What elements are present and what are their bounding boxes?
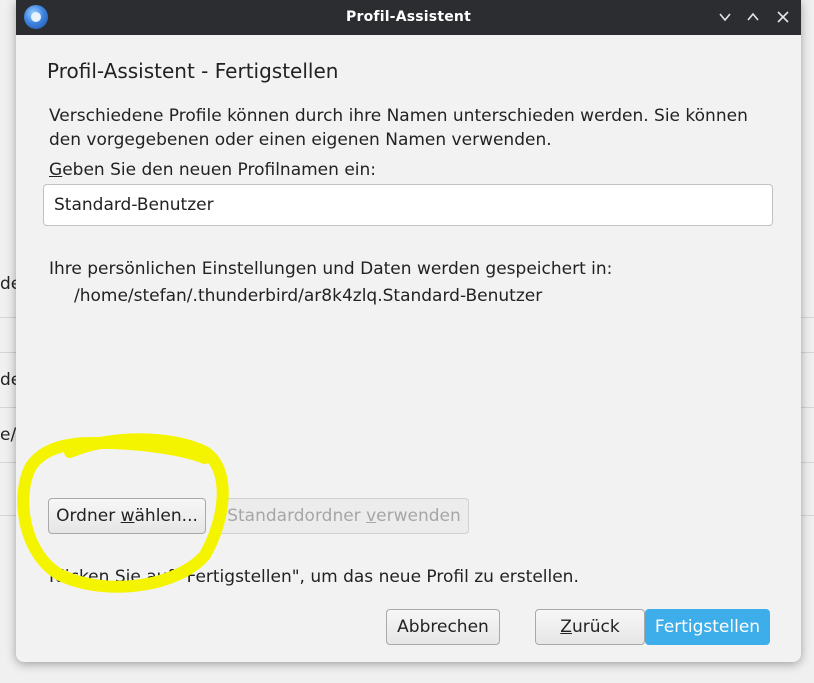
titlebar[interactable]: Profil-Assistent [16,0,801,35]
profile-wizard-dialog: Profil-Assistent Profil-Assistent - Fert… [16,0,801,662]
page-title: Profil-Assistent - Fertigstellen [47,59,339,83]
finish-hint-text: Klicken Sie auf "Fertigstellen", um das … [49,567,579,587]
profile-name-input[interactable] [43,184,773,226]
accelerator-key: w [120,506,135,526]
storage-path: /home/stefan/.thunderbird/ar8k4zlq.Stand… [74,286,543,306]
accelerator-key: v [366,506,377,526]
default-folder-label-post: erwenden [376,506,461,526]
cancel-button[interactable]: Abbrechen [386,609,500,645]
maximize-button[interactable] [742,6,764,28]
intro-text-line-2: den vorgegebenen oder einen eigenen Name… [49,130,552,150]
window-title: Profil-Assistent [346,9,471,25]
default-folder-label-pre: Standardordner [227,506,367,526]
profile-name-label-text: eben Sie den neuen Profilnamen ein: [62,160,376,180]
chevron-up-icon [747,12,759,21]
choose-folder-label-post: ählen... [134,506,198,526]
use-default-folder-button[interactable]: Standardordner verwenden [219,498,469,534]
back-button-label: urück [571,617,620,637]
minimize-button[interactable] [714,6,736,28]
storage-location-label: Ihre persönlichen Einstellungen und Date… [49,259,613,279]
back-button[interactable]: Zurück [535,609,645,645]
finish-button[interactable]: Fertigstellen [645,609,770,645]
chevron-down-icon [719,13,731,22]
accelerator-key: Z [560,617,572,637]
intro-text-line-1: Verschiedene Profile können durch ihre N… [49,106,748,126]
profile-name-label: Geben Sie den neuen Profilnamen ein: [49,158,376,182]
accelerator-key: G [49,160,63,180]
close-button[interactable] [772,6,794,28]
close-icon [777,11,789,23]
choose-folder-button[interactable]: Ordner wählen... [48,498,206,534]
choose-folder-label-pre: Ordner [56,506,121,526]
